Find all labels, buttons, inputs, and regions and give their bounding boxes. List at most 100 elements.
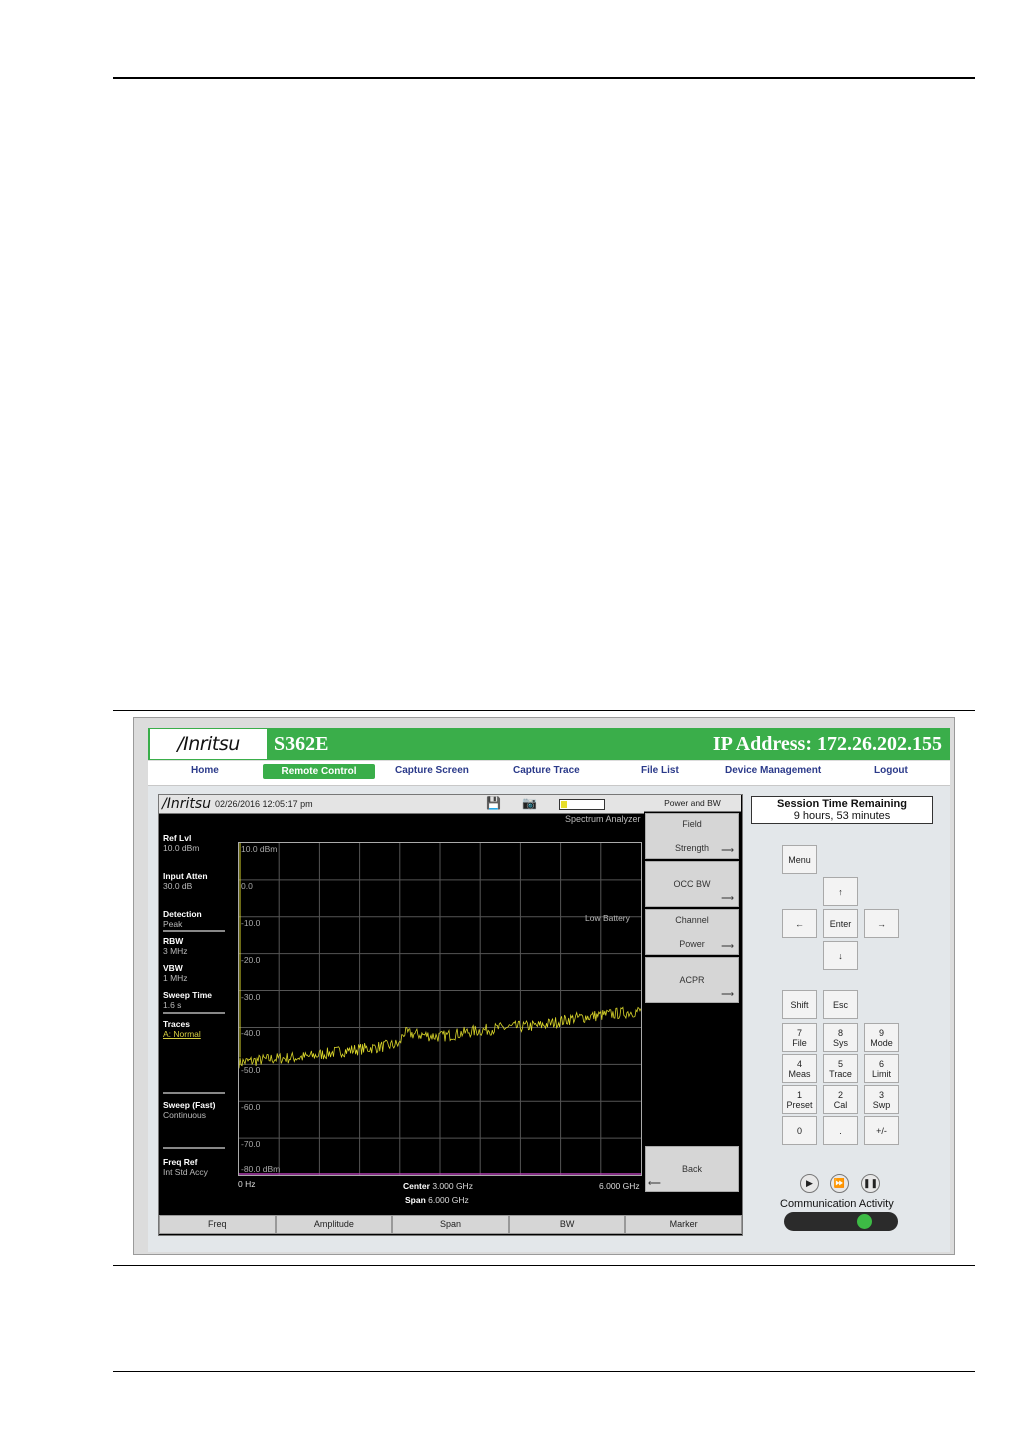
- model-name: S362E: [274, 733, 329, 755]
- key-label: Menu: [788, 854, 811, 865]
- input-atten-label: Input Atten: [163, 871, 208, 881]
- field-strength-softkey[interactable]: Field Strength ⟶: [645, 813, 739, 859]
- mode-label: Spectrum Analyzer: [565, 814, 641, 824]
- key-8-sys[interactable]: 8 Sys: [823, 1023, 858, 1052]
- nav-file-list[interactable]: File List: [641, 765, 679, 776]
- y-tick-label: -70.0: [241, 1139, 261, 1150]
- session-time-box: Session Time Remaining 9 hours, 53 minut…: [751, 796, 933, 824]
- nav-logout[interactable]: Logout: [874, 765, 908, 776]
- logo-text: /Inritsu: [177, 733, 240, 755]
- esc-key[interactable]: Esc: [823, 990, 858, 1019]
- y-tick-label: 10.0 dBm: [241, 844, 278, 854]
- key-1-preset[interactable]: 1 Preset: [782, 1085, 817, 1114]
- fast-forward-icon[interactable]: ⏩: [830, 1174, 849, 1193]
- occ-bw-softkey[interactable]: OCC BW ⟶: [645, 861, 739, 907]
- left-arrow-key[interactable]: ←: [782, 909, 817, 938]
- traces-value: A: Normal: [163, 1029, 201, 1039]
- battery-icon: [559, 799, 605, 810]
- softkey-line: Channel: [675, 915, 709, 925]
- key-label: Esc: [832, 999, 848, 1010]
- key-label: Enter: [829, 918, 852, 929]
- key-label: Cal: [833, 1099, 848, 1110]
- key-label: ↑: [838, 886, 843, 897]
- footer-rule: [113, 1371, 975, 1372]
- x-start-label: 0 Hz: [238, 1179, 256, 1189]
- key-decimal[interactable]: .: [823, 1116, 858, 1145]
- key-label: 8: [837, 1027, 843, 1038]
- y-tick-label: -30.0: [241, 991, 261, 1002]
- ref-lvl-value: 10.0 dBm: [163, 843, 200, 853]
- top-rule: [113, 77, 975, 79]
- key-0[interactable]: 0: [782, 1116, 817, 1145]
- y-tick-label: -10.0: [241, 917, 261, 928]
- y-tick-label: -60.0: [241, 1102, 261, 1113]
- web-remote-screenshot: /Inritsu S362E IP Address: 172.26.202.15…: [133, 717, 955, 1255]
- key-label: Trace: [829, 1068, 852, 1079]
- save-icon: 💾: [486, 796, 501, 810]
- key-label: +/-: [876, 1125, 887, 1136]
- right-arrow-key[interactable]: →: [864, 909, 899, 938]
- key-9-mode[interactable]: 9 Mode: [864, 1023, 899, 1052]
- header-banner: /Inritsu S362E IP Address: 172.26.202.15…: [148, 728, 950, 760]
- key-label: Shift: [790, 999, 809, 1010]
- enter-key[interactable]: Enter: [823, 909, 858, 938]
- arrow-right-icon: ⟶: [721, 845, 734, 855]
- center-value: 3.000 GHz: [432, 1181, 473, 1191]
- key-3-swp[interactable]: 3 Swp: [864, 1085, 899, 1114]
- softkey-line: ACPR: [679, 975, 705, 985]
- shift-key[interactable]: Shift: [782, 990, 817, 1019]
- sweep-label: Sweep (Fast): [163, 1100, 216, 1110]
- key-label: →: [877, 918, 886, 929]
- activity-led: [857, 1214, 872, 1229]
- acpr-softkey[interactable]: ACPR ⟶: [645, 957, 739, 1003]
- key-label: Mode: [870, 1037, 893, 1048]
- key-7-file[interactable]: 7 File: [782, 1023, 817, 1052]
- freq-key[interactable]: Freq: [159, 1215, 276, 1234]
- key-label: Limit: [871, 1068, 891, 1079]
- instrument-datetime: 02/26/2016 12:05:17 pm: [215, 799, 313, 809]
- span-key[interactable]: Span: [392, 1215, 509, 1234]
- nav-remote-control[interactable]: Remote Control: [263, 764, 375, 779]
- softkey-line: OCC BW: [673, 879, 711, 889]
- sweep-time-value: 1.6 s: [163, 1000, 182, 1010]
- softkey-line: Field: [682, 819, 702, 829]
- play-icon[interactable]: ▶: [800, 1174, 819, 1193]
- key-2-cal[interactable]: 2 Cal: [823, 1085, 858, 1114]
- pause-icon[interactable]: ❚❚: [861, 1174, 880, 1193]
- key-label: 7: [796, 1027, 802, 1038]
- channel-power-softkey[interactable]: Channel Power ⟶: [645, 909, 739, 955]
- span-label: Span: [405, 1195, 426, 1205]
- key-plus-minus[interactable]: +/-: [864, 1116, 899, 1145]
- back-softkey[interactable]: Back ⟵: [645, 1146, 739, 1192]
- instrument-logo: /Inritsu: [162, 796, 212, 812]
- bottom-key-bar: Freq Amplitude Span BW Marker: [159, 1215, 742, 1234]
- nav-capture-trace[interactable]: Capture Trace: [513, 765, 580, 776]
- center-label: Center: [403, 1181, 430, 1191]
- nav-device-management[interactable]: Device Management: [725, 765, 821, 776]
- y-tick-label: -20.0: [241, 954, 261, 965]
- softkey-panel: Power and BW Field Strength ⟶ OCC BW ⟶ C…: [644, 795, 741, 1215]
- menu-key[interactable]: Menu: [782, 845, 817, 874]
- key-5-trace[interactable]: 5 Trace: [823, 1054, 858, 1083]
- ref-lvl-label: Ref Lvl: [163, 833, 192, 843]
- nav-capture-screen[interactable]: Capture Screen: [395, 765, 469, 776]
- separator: [163, 1012, 225, 1014]
- key-label: 9: [878, 1027, 884, 1038]
- key-label: File: [792, 1037, 807, 1048]
- instrument-title-bar: /Inritsu 02/26/2016 12:05:17 pm 💾 📷: [159, 795, 644, 814]
- key-label: Preset: [786, 1099, 813, 1110]
- rbw-label: RBW: [163, 936, 184, 946]
- nav-home[interactable]: Home: [191, 765, 219, 776]
- key-label: .: [839, 1125, 842, 1136]
- marker-key[interactable]: Marker: [625, 1215, 742, 1234]
- down-arrow-key[interactable]: ↓: [823, 941, 858, 970]
- amplitude-key[interactable]: Amplitude: [275, 1215, 393, 1234]
- key-6-limit[interactable]: 6 Limit: [864, 1054, 899, 1083]
- up-arrow-key[interactable]: ↑: [823, 877, 858, 906]
- center-freq: Center 3.000 GHz: [403, 1181, 473, 1191]
- key-4-meas[interactable]: 4 Meas: [782, 1054, 817, 1083]
- key-label: Meas: [788, 1068, 811, 1079]
- bw-key[interactable]: BW: [508, 1215, 626, 1234]
- y-tick-label: -50.0: [241, 1065, 261, 1076]
- instrument-screen[interactable]: /Inritsu 02/26/2016 12:05:17 pm 💾 📷 Spec…: [158, 794, 743, 1236]
